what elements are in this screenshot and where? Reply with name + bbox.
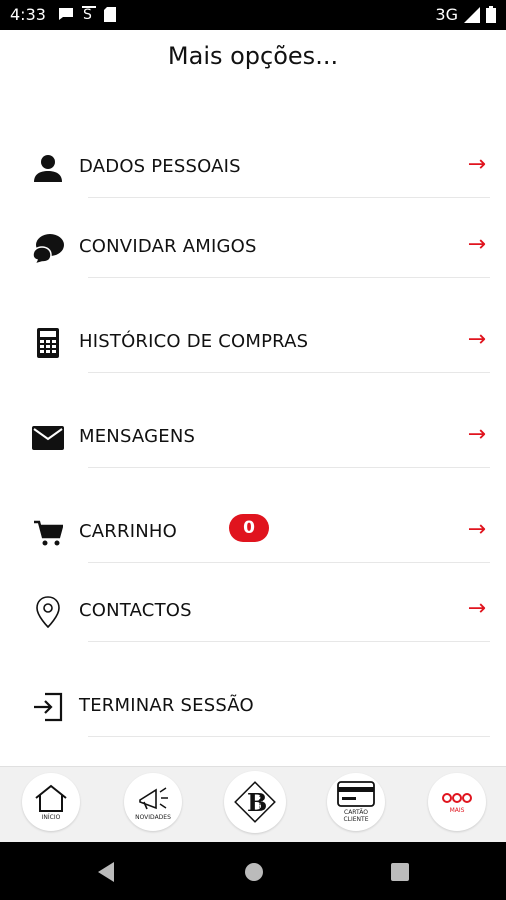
more-icon: [442, 792, 472, 803]
grill-label: GRILL: [259, 794, 265, 809]
bottom-tab-bar: INÍCIO NOVIDADES B GRILL CARTÃO CLIENTE M…: [0, 766, 506, 843]
arrow-right-icon: →: [467, 596, 486, 621]
divider: [88, 736, 490, 737]
status-bar: 4:33 S 3G: [0, 0, 506, 30]
home-icon: [35, 784, 67, 812]
back-icon[interactable]: [96, 861, 116, 883]
megaphone-icon: [139, 786, 168, 809]
menu-item-label: HISTÓRICO DE COMPRAS: [79, 331, 309, 352]
logout-icon: [30, 689, 66, 725]
menu-item-label: TERMINAR SESSÃO: [79, 695, 254, 716]
tab-grill[interactable]: B GRILL: [224, 771, 286, 833]
menu-item-contactos[interactable]: CONTACTOS →: [0, 582, 506, 642]
chat-bubbles-icon: [30, 230, 66, 266]
tab-label: CARTÃO CLIENTE: [343, 809, 369, 823]
tab-inicio[interactable]: INÍCIO: [22, 773, 80, 831]
divider: [88, 562, 490, 563]
tab-novidades[interactable]: NOVIDADES: [124, 773, 182, 831]
divider: [88, 641, 490, 642]
card-icon: [337, 781, 375, 807]
arrow-right-icon: →: [467, 232, 486, 257]
recents-icon[interactable]: [391, 863, 409, 881]
brand-logo-icon: BGRILL: [234, 781, 276, 823]
battery-icon: [486, 6, 496, 23]
menu-item-mensagens[interactable]: MENSAGENS →: [0, 408, 506, 468]
divider: [88, 197, 490, 198]
cart-count-badge: 0: [229, 514, 269, 542]
tab-label: MAIS: [449, 806, 465, 814]
menu-item-carrinho[interactable]: CARRINHO 0 →: [0, 503, 506, 563]
menu-item-label: CARRINHO: [79, 521, 177, 542]
menu-item-historico-compras[interactable]: HISTÓRICO DE COMPRAS →: [0, 313, 506, 373]
tab-label: NOVIDADES: [135, 813, 171, 821]
menu-item-terminar-sessao[interactable]: TERMINAR SESSÃO: [0, 677, 506, 737]
location-pin-icon: [30, 594, 66, 630]
cart-icon: [30, 515, 66, 551]
tab-mais[interactable]: MAIS: [428, 773, 486, 831]
arrow-right-icon: →: [467, 152, 486, 177]
envelope-icon: [30, 420, 66, 456]
divider: [88, 277, 490, 278]
menu-item-label: MENSAGENS: [79, 426, 196, 447]
divider: [88, 467, 490, 468]
menu-item-convidar-amigos[interactable]: CONVIDAR AMIGOS →: [0, 218, 506, 278]
page-title: Mais opções...: [167, 42, 339, 70]
tab-cartao-cliente[interactable]: CARTÃO CLIENTE: [327, 773, 385, 831]
status-right: 3G: [435, 5, 496, 24]
sync-notification-icon: S: [82, 6, 96, 22]
message-notification-icon: [59, 8, 73, 20]
person-icon: [30, 150, 66, 186]
home-button-icon[interactable]: [244, 862, 264, 882]
svg-text:S: S: [83, 7, 92, 22]
notification-icons: S: [58, 6, 116, 22]
menu-item-label: DADOS PESSOAIS: [79, 156, 241, 177]
network-type: 3G: [435, 5, 458, 24]
menu-item-dados-pessoais[interactable]: DADOS PESSOAIS →: [0, 138, 506, 198]
status-time: 4:33: [10, 5, 46, 24]
calculator-icon: [30, 325, 66, 361]
signal-icon: [464, 6, 480, 23]
tab-label: INÍCIO: [41, 813, 61, 821]
menu-item-label: CONVIDAR AMIGOS: [79, 236, 257, 257]
arrow-right-icon: →: [467, 327, 486, 352]
sd-card-icon: [104, 6, 116, 22]
arrow-right-icon: →: [467, 517, 486, 542]
system-nav-bar: [0, 842, 506, 900]
menu-item-label: CONTACTOS: [79, 600, 192, 621]
arrow-right-icon: →: [467, 422, 486, 447]
divider: [88, 372, 490, 373]
